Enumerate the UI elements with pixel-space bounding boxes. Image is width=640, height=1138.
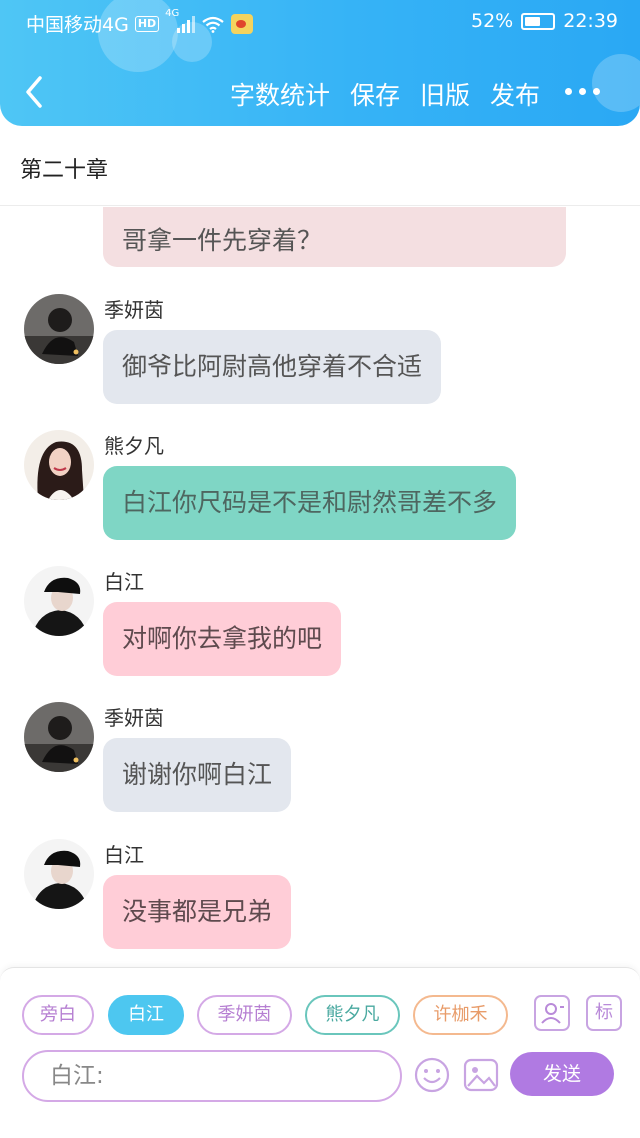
battery-percent: 52%	[471, 10, 514, 32]
character-chip-narration[interactable]: 旁白	[22, 995, 94, 1035]
chat-list[interactable]: 哥拿一件先穿着？ 季妍茵 御爷比阿尉高他穿着不合适 熊夕凡 白江你尺码是不是和尉…	[0, 207, 640, 967]
character-chip-jiyanyin[interactable]: 季妍茵	[197, 995, 292, 1035]
composer-panel: 旁白 白江 季妍茵 熊夕凡 许枷禾 标 白江: 发送	[0, 967, 640, 1138]
mark-button[interactable]: 标	[586, 995, 622, 1031]
chat-bubble[interactable]: 对啊你去拿我的吧	[103, 602, 342, 676]
chat-bubble[interactable]: 谢谢你啊白江	[103, 738, 292, 812]
send-button[interactable]: 发送	[510, 1052, 614, 1096]
character-chip-xiongxifan[interactable]: 熊夕凡	[305, 995, 400, 1035]
old-version-button[interactable]: 旧版	[420, 76, 470, 112]
image-icon	[463, 1058, 499, 1092]
back-button[interactable]	[18, 72, 54, 112]
save-button[interactable]: 保存	[350, 76, 400, 112]
avatar[interactable]	[24, 430, 94, 500]
battery-icon	[521, 12, 556, 30]
avatar[interactable]	[24, 294, 94, 364]
sender-name: 季妍茵	[104, 706, 164, 730]
sender-name: 熊夕凡	[104, 434, 164, 458]
character-chip-xujiahe[interactable]: 许枷禾	[413, 995, 508, 1035]
more-options-button[interactable]	[565, 88, 600, 95]
more-horizontal-icon	[565, 88, 572, 95]
weibo-icon	[231, 13, 254, 34]
wifi-icon	[202, 16, 224, 33]
chat-bubble[interactable]: 没事都是兄弟	[103, 875, 292, 949]
message-input[interactable]: 白江:	[22, 1050, 402, 1102]
avatar[interactable]	[24, 839, 94, 909]
sender-name: 季妍茵	[104, 298, 164, 322]
chevron-left-icon	[26, 76, 42, 108]
avatar[interactable]	[24, 566, 94, 636]
publish-button[interactable]: 发布	[490, 76, 540, 112]
emoji-button[interactable]	[413, 1056, 451, 1094]
signal-icon: 4G	[165, 8, 196, 34]
decorative-bubble	[592, 54, 640, 112]
chapter-title: 第二十章	[20, 158, 109, 183]
chat-bubble-partial[interactable]: 哥拿一件先穿着？	[103, 207, 566, 267]
header-toolbar: 字数统计 保存 旧版 发布	[230, 76, 540, 112]
user-card-icon	[541, 1003, 564, 1024]
chat-bubble[interactable]: 御爷比阿尉高他穿着不合适	[103, 330, 442, 404]
word-count-button[interactable]: 字数统计	[230, 76, 330, 112]
character-chip-baijiang[interactable]: 白江	[108, 995, 184, 1035]
hd-badge: HD	[134, 15, 160, 32]
character-settings-button[interactable]	[534, 995, 570, 1031]
sender-name: 白江	[104, 843, 144, 867]
status-bar: 中国移动4G HD 4G 52% 22:39	[0, 0, 640, 44]
chat-bubble[interactable]: 白江你尺码是不是和尉然哥差不多	[103, 466, 517, 540]
sender-name: 白江	[104, 570, 144, 594]
smiley-icon	[414, 1057, 450, 1093]
chapter-title-bar[interactable]: 第二十章	[0, 126, 640, 206]
carrier-label: 中国移动4G	[26, 14, 129, 36]
avatar[interactable]	[24, 702, 94, 772]
message-text: 哥拿一件先穿着？	[122, 226, 323, 255]
image-button[interactable]	[462, 1056, 500, 1094]
app-header: 中国移动4G HD 4G 52% 22:39 字数统计 保存 旧版 发布	[0, 0, 640, 126]
clock: 22:39	[563, 10, 618, 32]
